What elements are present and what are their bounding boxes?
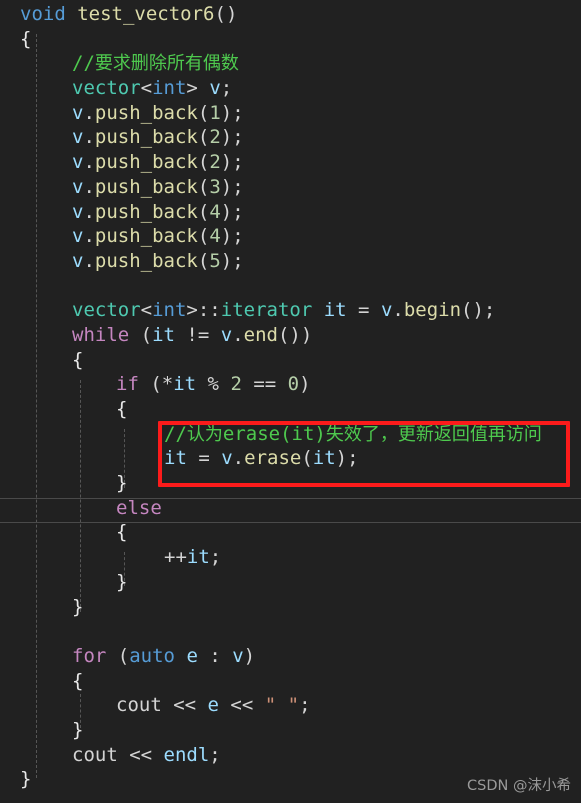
code-line[interactable]: v.push_back(4);	[0, 224, 581, 249]
code-line[interactable]: }	[0, 595, 581, 620]
code-line[interactable]: cout << endl;	[0, 743, 581, 768]
watermark: CSDN @沫小希	[467, 778, 571, 794]
code-line[interactable]: ++it;	[0, 545, 581, 570]
code-line[interactable]: vector<int> v;	[0, 76, 581, 101]
code-line[interactable]: v.push_back(2);	[0, 125, 581, 150]
code-line-annotated[interactable]: //认为erase(it)失效了，更新返回值再访问	[0, 422, 581, 447]
code-line[interactable]: {	[0, 27, 581, 52]
code-line[interactable]: }	[0, 471, 581, 496]
code-line[interactable]: v.push_back(4);	[0, 200, 581, 225]
code-line[interactable]: if (*it % 2 == 0)	[0, 372, 581, 397]
code-line[interactable]: v.push_back(5);	[0, 249, 581, 274]
code-line[interactable]: while (it != v.end())	[0, 323, 581, 348]
code-line-blank[interactable]	[0, 619, 581, 644]
code-line-annotated[interactable]: it = v.erase(it);	[0, 446, 581, 471]
code-content[interactable]: void test_vector6() { //要求删除所有偶数 vector<…	[0, 0, 581, 792]
code-line[interactable]: {	[0, 520, 581, 545]
code-line[interactable]: vector<int>::iterator it = v.begin();	[0, 298, 581, 323]
code-line-blank[interactable]	[0, 274, 581, 299]
code-line[interactable]: v.push_back(1);	[0, 101, 581, 126]
code-line[interactable]: v.push_back(2);	[0, 150, 581, 175]
code-line[interactable]: cout << e << " ";	[0, 693, 581, 718]
code-line[interactable]: {	[0, 669, 581, 694]
code-line[interactable]: //要求删除所有偶数	[0, 51, 581, 76]
code-editor[interactable]: void test_vector6() { //要求删除所有偶数 vector<…	[0, 0, 581, 803]
code-line[interactable]: void test_vector6()	[0, 2, 581, 27]
code-line[interactable]: for (auto e : v)	[0, 644, 581, 669]
code-line[interactable]: {	[0, 348, 581, 373]
code-line-current[interactable]: else	[0, 496, 581, 521]
code-line[interactable]: {	[0, 397, 581, 422]
code-line[interactable]: }	[0, 718, 581, 743]
code-line[interactable]: }	[0, 570, 581, 595]
code-line[interactable]: v.push_back(3);	[0, 175, 581, 200]
